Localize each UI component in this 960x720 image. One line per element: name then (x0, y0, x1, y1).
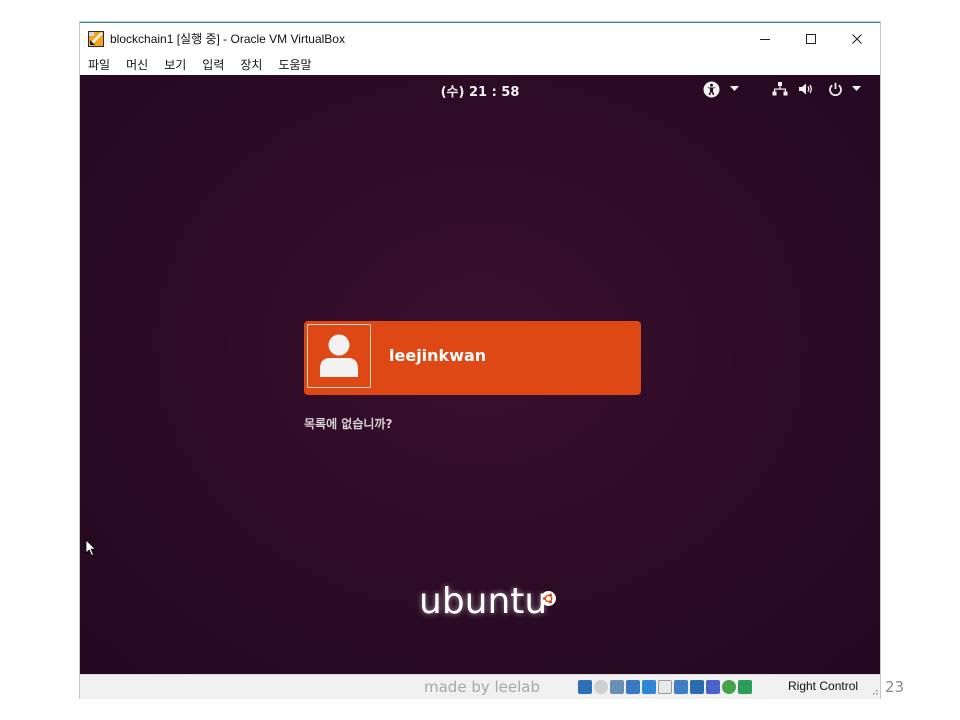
menu-devices[interactable]: 장치 (232, 56, 262, 73)
maximize-icon (806, 33, 816, 44)
menu-view[interactable]: 보기 (156, 56, 186, 73)
menu-bar: 파일 머신 보기 입력 장치 도움말 (80, 54, 880, 75)
close-icon (852, 33, 862, 44)
display-icon[interactable] (674, 680, 688, 694)
chevron-down-icon (852, 86, 861, 92)
window-title: blockchain1 [실행 중] - Oracle VM VirtualBo… (110, 32, 345, 46)
status-icons (578, 679, 754, 695)
menu-machine[interactable]: 머신 (118, 56, 148, 73)
recording-icon[interactable] (690, 680, 704, 694)
menu-help[interactable]: 도움말 (270, 56, 311, 73)
hard-disk-icon[interactable] (578, 680, 592, 694)
ubuntu-wordmark: ubuntu (419, 581, 548, 622)
host-key-icon[interactable] (738, 680, 752, 694)
user-avatar-icon (320, 334, 358, 377)
power-icon (828, 82, 843, 97)
usb-icon[interactable] (642, 680, 656, 694)
panel-clock[interactable]: (수) 21 : 58 (80, 81, 880, 100)
shared-folder-icon[interactable] (658, 680, 672, 694)
audio-icon[interactable] (610, 680, 624, 694)
ubuntu-logo: ubuntu (419, 581, 564, 631)
window-controls (742, 23, 880, 54)
virtualization-icon[interactable] (706, 680, 720, 694)
gnome-top-panel: (수) 21 : 58 (80, 75, 880, 103)
minimize-button[interactable] (742, 23, 788, 54)
system-menu[interactable] (772, 80, 861, 98)
chevron-down-icon (730, 86, 739, 92)
volume-icon (798, 82, 814, 96)
title-bar[interactable]: blockchain1 [실행 중] - Oracle VM VirtualBo… (80, 23, 880, 54)
close-button[interactable] (834, 23, 880, 54)
vm-display[interactable]: (수) 21 : 58 leejinkwan 목록에 없습니까? ubuntu (80, 75, 880, 674)
mouse-integration-icon[interactable] (722, 680, 736, 694)
virtualbox-app-icon (88, 30, 104, 47)
resize-grip-icon[interactable] (870, 687, 878, 695)
network-icon (772, 81, 788, 97)
accessibility-icon (703, 81, 720, 98)
avatar (307, 324, 371, 388)
menu-input[interactable]: 입력 (194, 56, 224, 73)
watermark-text: made by leelab (424, 678, 540, 696)
host-key-label: Right Control (788, 679, 859, 693)
slide-page-number: 23 (885, 678, 905, 696)
mouse-pointer-icon (85, 539, 97, 561)
maximize-button[interactable] (788, 23, 834, 54)
virtualbox-window: blockchain1 [실행 중] - Oracle VM VirtualBo… (80, 22, 880, 699)
optical-drive-icon[interactable] (594, 680, 608, 694)
network-adapter-icon[interactable] (626, 680, 640, 694)
minimize-icon (760, 38, 770, 40)
user-name: leejinkwan (389, 346, 487, 365)
accessibility-menu[interactable] (703, 80, 739, 98)
not-listed-link[interactable]: 목록에 없습니까? (304, 415, 392, 432)
menu-file[interactable]: 파일 (80, 56, 110, 73)
circle-of-friends-icon (541, 591, 556, 606)
user-login-button[interactable]: leejinkwan (304, 321, 641, 395)
